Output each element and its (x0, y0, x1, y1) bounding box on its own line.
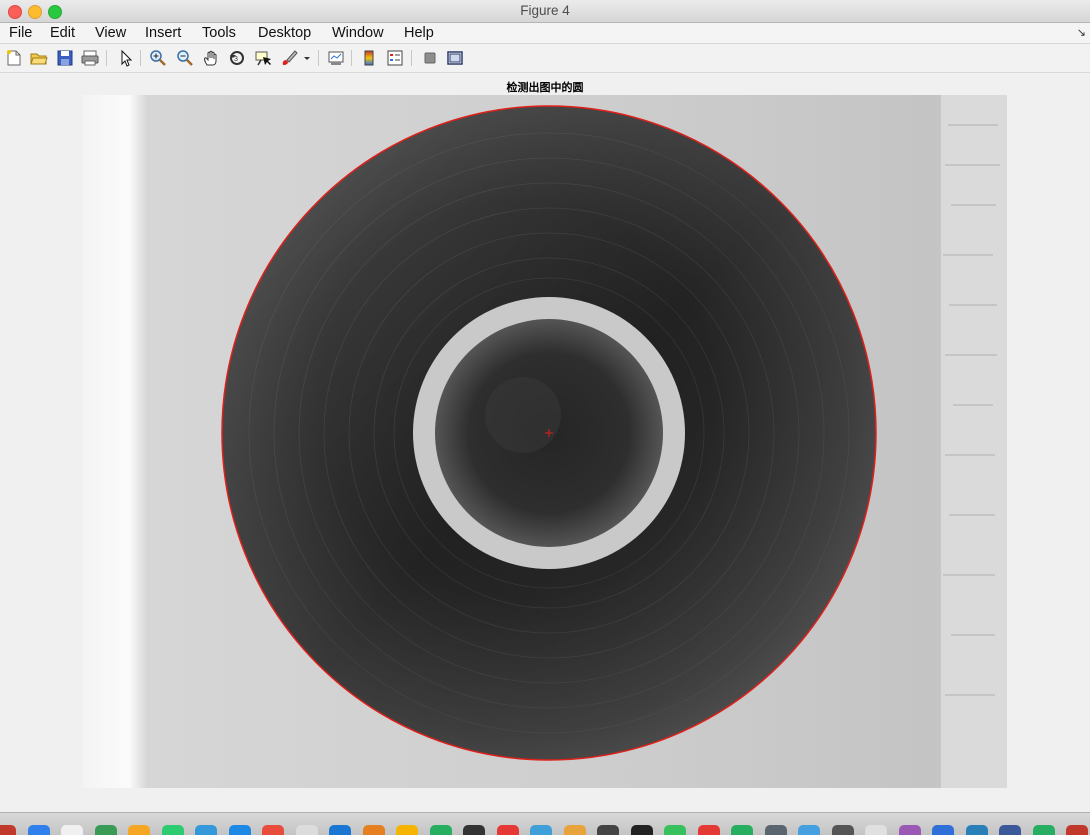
menu-desktop[interactable]: Desktop (258, 25, 311, 41)
toolbar-separator (140, 50, 141, 66)
menu-tools[interactable]: Tools (202, 25, 236, 41)
paper-label-region (941, 95, 1007, 788)
open-file-icon[interactable] (30, 49, 48, 67)
figure-toolbar: 3 (0, 44, 1090, 73)
menu-window[interactable]: Window (332, 25, 384, 41)
chevron-down-icon[interactable] (302, 49, 312, 67)
axes-title: 检测出图中的圆 (506, 82, 584, 94)
menu-file[interactable]: File (9, 25, 32, 41)
data-cursor-icon[interactable] (254, 49, 272, 67)
link-plot-icon[interactable] (327, 49, 345, 67)
save-icon[interactable] (56, 49, 74, 67)
hole-reflection (485, 377, 561, 453)
show-plot-tools-icon[interactable] (446, 49, 464, 67)
insert-colorbar-icon[interactable] (360, 49, 378, 67)
macos-dock (0, 812, 1090, 835)
menu-edit[interactable]: Edit (50, 25, 75, 41)
toolbar-separator (351, 50, 352, 66)
grayscale-tape-roll-image[interactable] (83, 95, 1007, 788)
new-figure-icon[interactable] (5, 49, 23, 67)
toolbar-separator (106, 50, 107, 66)
edit-plot-arrow-icon[interactable] (117, 49, 135, 67)
image-svg (83, 95, 1007, 788)
menu-bar: File Edit View Insert Tools Desktop Wind… (0, 23, 1090, 44)
pan-hand-icon[interactable] (202, 49, 220, 67)
toolbar-separator (411, 50, 412, 66)
insert-legend-icon[interactable] (386, 49, 404, 67)
print-icon[interactable] (81, 49, 99, 67)
menu-insert[interactable]: Insert (145, 25, 181, 41)
brush-icon[interactable] (280, 49, 298, 67)
menu-help[interactable]: Help (404, 25, 434, 41)
window-title: Figure 4 (520, 3, 570, 18)
rotate-3d-icon[interactable]: 3 (228, 49, 246, 67)
window-titlebar: Figure 4 (0, 0, 1090, 23)
toolbar-separator (318, 50, 319, 66)
zoom-in-icon[interactable] (149, 49, 167, 67)
figure-canvas: 检测出图中的圆 (0, 73, 1090, 812)
svg-text:3: 3 (234, 56, 238, 63)
dock-figure-icon[interactable]: ↘ (1077, 26, 1086, 39)
menu-view[interactable]: View (95, 25, 126, 41)
hide-plot-tools-icon[interactable] (421, 49, 439, 67)
zoom-out-icon[interactable] (176, 49, 194, 67)
